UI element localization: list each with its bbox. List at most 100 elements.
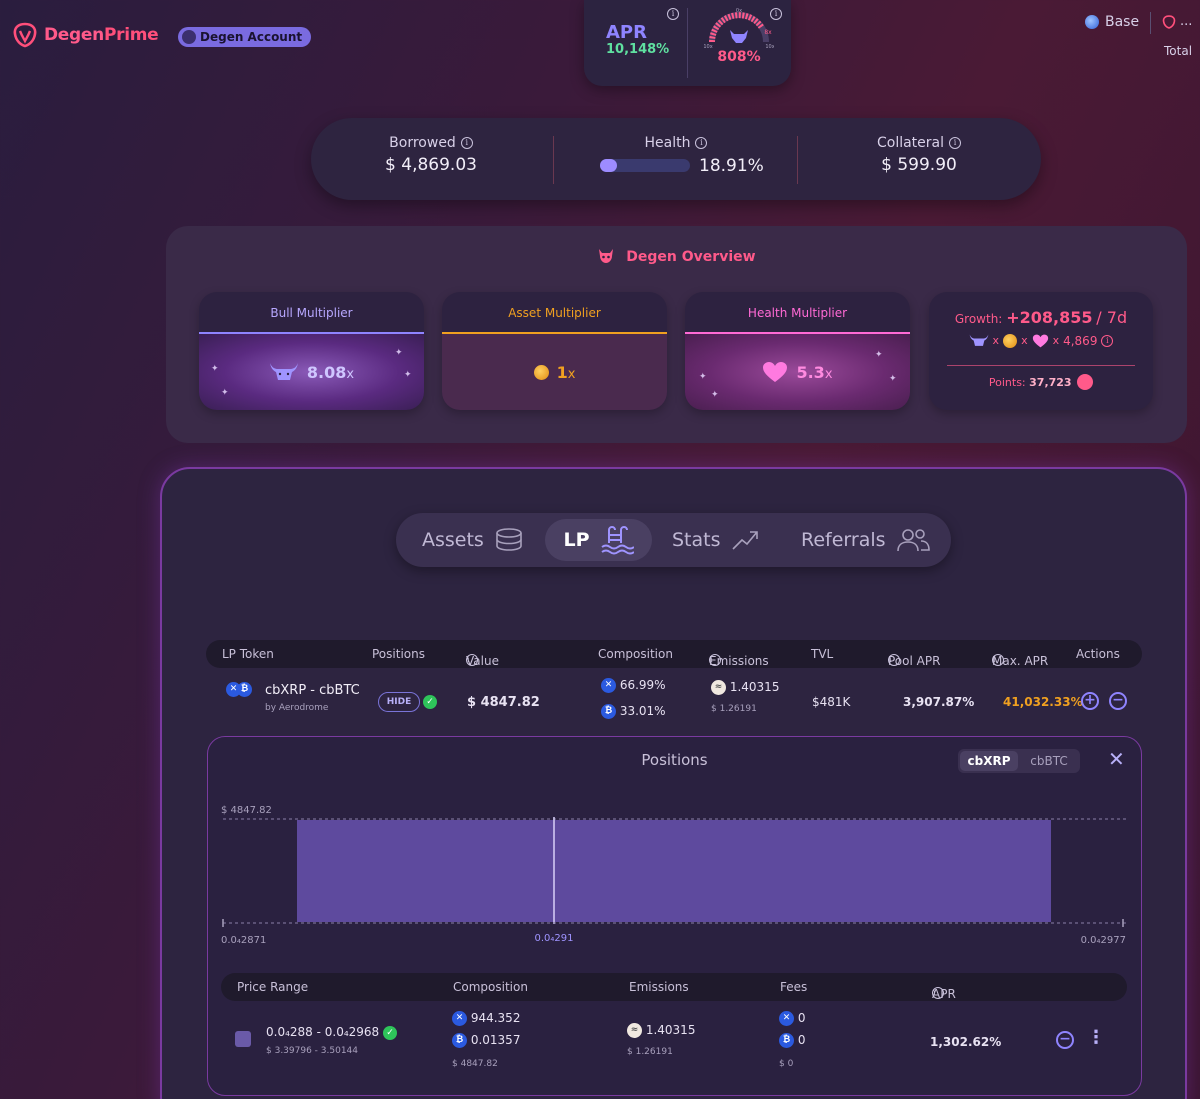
growth-divider [947, 365, 1135, 366]
xrp-icon: ✕ [452, 1011, 467, 1026]
main-tabs: Assets LP Stats Referrals [396, 513, 951, 567]
emissions-info-icon[interactable]: i [709, 654, 721, 666]
sparkle-icon: ✦ [711, 390, 719, 400]
lp-emissions: ≈ 1.40315 [711, 680, 779, 695]
gauge-right-low-label: 10x [765, 44, 774, 48]
lp-tvl: $481K [812, 695, 851, 709]
growth-info-icon[interactable]: i [1101, 334, 1114, 347]
positions-table-header: Price Range Composition Emissions Fees A… [221, 973, 1127, 1001]
coin-icon [533, 364, 549, 380]
sparkle-icon: ✦ [221, 388, 229, 398]
apr-info-icon[interactable]: i [667, 8, 679, 20]
position-apr-info-icon[interactable]: i [932, 987, 944, 999]
growth-line: Growth: +208,855 / 7d [954, 308, 1128, 327]
xrp-icon: ✕ [601, 678, 616, 693]
stat-divider [553, 136, 554, 184]
apr-label: APR [606, 22, 647, 43]
coin-icon [1003, 333, 1018, 348]
position-row: 0.0₄288 - 0.0₄2968 ✓ $ 3.39796 - 3.50144… [221, 1011, 1127, 1077]
positions-token-toggle: cbXRP cbBTC [958, 749, 1080, 773]
borrowed-stat: Borrowed i $ 4,869.03 [361, 135, 501, 175]
bull-multiplier-body: 8.08x [199, 334, 424, 410]
tab-assets[interactable]: Assets [422, 519, 524, 561]
total-label: Total [1164, 44, 1193, 58]
remove-liquidity-button[interactable]: − [1109, 692, 1127, 710]
position-select-checkbox[interactable] [235, 1031, 251, 1047]
position-comp-usd: $ 4847.82 [452, 1059, 498, 1069]
position-comp-btc: ₿ 0.01357 [452, 1033, 520, 1048]
stat-divider [797, 136, 798, 184]
growth-value: +208,855 [1006, 308, 1093, 327]
tab-lp[interactable]: LP [545, 519, 652, 561]
bull-icon [269, 363, 298, 380]
lp-token-icons: ✕ ₿ [226, 682, 252, 697]
gauge-left-label: 10x [704, 44, 713, 48]
health-progress-bar [600, 159, 690, 172]
degen-overview-panel: Degen Overview Bull Multiplier 8.08x ✦ ✦… [166, 226, 1187, 443]
health-info-icon[interactable]: i [695, 137, 708, 149]
in-range-check-icon: ✓ [383, 1025, 398, 1040]
tab-referrals[interactable]: Referrals [801, 519, 930, 561]
btc-icon: ₿ [452, 1033, 467, 1048]
growth-period: / 7d [1096, 308, 1128, 327]
axis-mid-label: 0.0₄291 [535, 933, 574, 944]
pool-apr-info-icon[interactable]: i [888, 654, 900, 666]
position-fee-usd: $ 0 [779, 1059, 794, 1069]
bull-multiplier-title: Bull Multiplier [270, 306, 353, 320]
multiplier-info-icon[interactable]: i [770, 8, 782, 20]
position-emissions: ≈ 1.40315 [627, 1023, 695, 1038]
lp-comp-btc: ₿ 33.01% [601, 704, 666, 719]
remove-position-button[interactable]: − [1056, 1031, 1074, 1049]
account-stats-bar: Borrowed i $ 4,869.03 Health i 18.91% Coll… [311, 118, 1041, 200]
gauge-top-label: 0x [736, 8, 742, 14]
brand-logo[interactable]: DegenPrime [12, 22, 159, 48]
position-fee-btc: ₿ 0 [779, 1033, 805, 1048]
sparkle-icon: ✦ [395, 348, 403, 358]
add-liquidity-button[interactable]: + [1081, 692, 1099, 710]
lp-value: $ 4847.82 [467, 695, 540, 710]
position-range-bar [297, 820, 1051, 922]
close-positions-icon[interactable]: ✕ [1108, 747, 1125, 771]
borrowed-info-icon[interactable]: i [460, 137, 473, 149]
bull-icon [969, 334, 988, 346]
apr-widget: APR 10,148% i 0x 8x 10x 10x 808% i [584, 0, 791, 86]
more-options-icon[interactable]: ⋮ [1087, 1027, 1105, 1048]
btc-icon: ₿ [779, 1033, 794, 1048]
toggle-cbxrp[interactable]: cbXRP [960, 751, 1018, 771]
axis-left-label: 0.0₄2871 [221, 935, 266, 946]
devil-icon [597, 248, 615, 264]
sparkle-icon: ✦ [889, 374, 897, 384]
overview-title: Degen Overview [166, 248, 1187, 265]
base-network-icon [1085, 15, 1099, 29]
bull-multiplier-value: 8.08x [306, 362, 355, 382]
formula-value: 4,869 [1063, 333, 1098, 348]
degenprime-logo-icon [13, 22, 37, 48]
toggle-cbbtc[interactable]: cbBTC [1020, 749, 1078, 773]
collateral-info-icon[interactable]: i [949, 137, 962, 149]
position-comp-xrp: ✕ 944.352 [452, 1011, 520, 1026]
position-range-usd: $ 3.39796 - 3.50144 [266, 1046, 358, 1056]
health-multiplier-title: Health Multiplier [747, 306, 848, 320]
aero-icon: ≈ [711, 680, 726, 695]
sparkle-icon: ✦ [699, 372, 707, 382]
network-selector[interactable]: Base [1085, 14, 1139, 30]
wallet-logo-icon [1162, 14, 1176, 29]
wallet-button[interactable]: ... [1162, 14, 1192, 29]
hide-positions-button[interactable]: HIDE [378, 692, 420, 712]
position-fee-xrp: ✕ 0 [779, 1011, 805, 1026]
max-apr-info-icon[interactable]: i [992, 654, 1004, 666]
multiplier-value: 808% [717, 49, 761, 65]
tab-stats[interactable]: Stats [672, 519, 759, 561]
position-range: 0.0₄288 - 0.0₄2968 ✓ [266, 1025, 398, 1040]
points-line: Points: 37,723 [929, 374, 1153, 390]
value-info-icon[interactable]: i [466, 654, 478, 666]
growth-card: Growth: +208,855 / 7d x x x 4,869 i Poin… [929, 292, 1153, 410]
asset-multiplier-body: 1x [442, 334, 667, 410]
growth-formula: x x x 4,869 i [929, 333, 1153, 348]
lp-emissions-usd: $ 1.26191 [711, 704, 757, 714]
pool-ladder-icon [600, 526, 634, 555]
collateral-stat: Collateral i $ 599.90 [849, 135, 989, 175]
apr-value: 10,148% [606, 42, 670, 57]
degen-account-button[interactable]: Degen Account [178, 27, 312, 47]
axis-right-label: 0.0₄2977 [1081, 935, 1126, 946]
